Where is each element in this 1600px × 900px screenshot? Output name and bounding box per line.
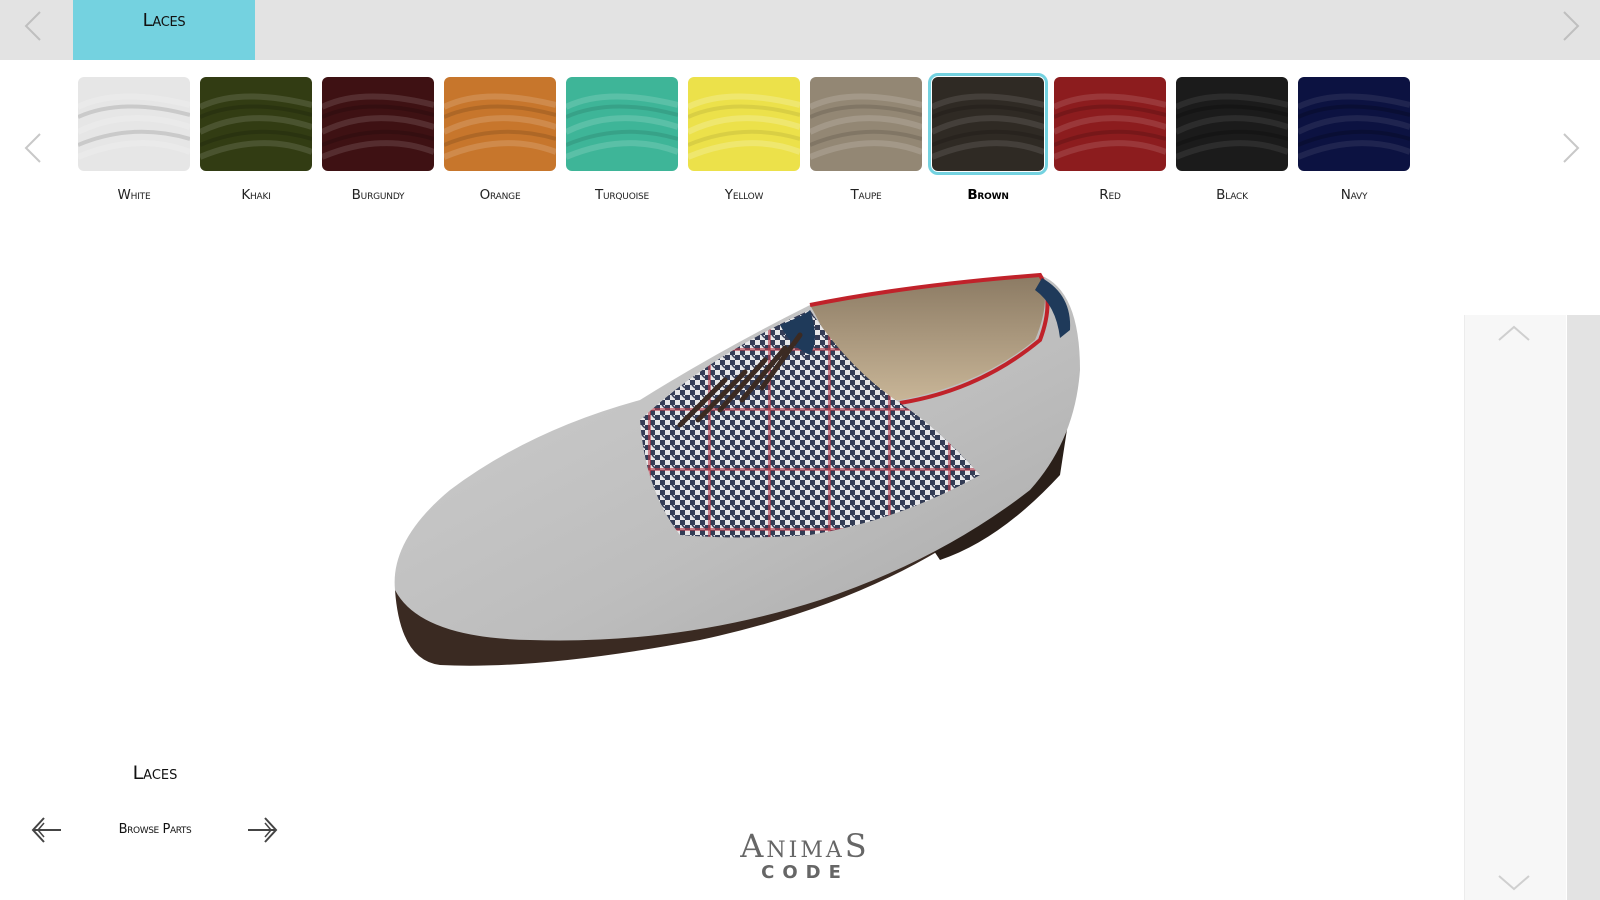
swatch-chip <box>78 77 190 171</box>
swatch-burgundy[interactable]: Burgundy <box>322 77 436 213</box>
chevron-left-icon <box>24 133 41 163</box>
swatch-turquoise[interactable]: Turquoise <box>566 77 680 213</box>
shoe-render <box>394 272 1081 666</box>
swatch-chip <box>688 77 800 171</box>
browse-next-button[interactable] <box>245 813 279 847</box>
tab-laces-label: Laces <box>142 10 186 31</box>
swatch-chip <box>566 77 678 171</box>
swatch-chip <box>1298 77 1410 171</box>
logo-line-2: CODE <box>761 862 849 883</box>
shoe-3d-viewer[interactable] <box>380 260 1120 700</box>
swatch-chip <box>1054 77 1166 171</box>
chevron-left-icon <box>24 11 41 41</box>
chevron-down-icon <box>1498 875 1530 891</box>
current-part-title: Laces <box>132 762 178 784</box>
animas-code-logo: AnimaS CODE <box>700 830 910 890</box>
swatch-navy[interactable]: Navy <box>1298 77 1412 213</box>
side-down-button[interactable] <box>1496 872 1532 894</box>
swatch-chip <box>928 73 1048 175</box>
chevron-right-icon <box>1563 133 1580 163</box>
swatch-orange[interactable]: Orange <box>444 77 558 213</box>
swatch-chip <box>200 77 312 171</box>
top-bar: Laces <box>0 0 1600 60</box>
swatch-label: Navy <box>1340 187 1368 203</box>
tab-laces[interactable]: Laces <box>73 0 255 60</box>
swatch-brown[interactable]: Brown <box>928 73 1048 213</box>
arrow-left-icon <box>31 817 61 843</box>
top-prev-button[interactable] <box>20 8 48 44</box>
browse-prev-button[interactable] <box>30 813 64 847</box>
swatch-black[interactable]: Black <box>1176 77 1290 213</box>
chevron-up-icon <box>1498 325 1530 341</box>
logo-line-1: AnimaS <box>740 827 870 865</box>
side-up-button[interactable] <box>1496 322 1532 344</box>
swatch-chip <box>810 77 922 171</box>
color-swatch-row: White Khaki Burgundy Orange Turquoise Ye… <box>78 73 1418 217</box>
swatches-next-button[interactable] <box>1556 130 1584 166</box>
swatch-khaki[interactable]: Khaki <box>200 77 314 213</box>
swatch-chip <box>1176 77 1288 171</box>
swatch-chip <box>444 77 556 171</box>
swatch-taupe[interactable]: Taupe <box>810 77 924 213</box>
browse-parts-label: Browse Parts <box>118 822 192 837</box>
top-next-button[interactable] <box>1556 8 1584 44</box>
arrow-right-icon <box>248 817 278 843</box>
side-scroll-panel[interactable] <box>1464 315 1566 900</box>
swatch-yellow[interactable]: Yellow <box>688 77 802 213</box>
swatch-white[interactable]: White <box>78 77 192 213</box>
swatch-red[interactable]: Red <box>1054 77 1168 213</box>
side-scroll-track[interactable] <box>1567 315 1600 900</box>
swatches-prev-button[interactable] <box>20 130 48 166</box>
swatch-chip <box>322 77 434 171</box>
chevron-right-icon <box>1563 11 1580 41</box>
